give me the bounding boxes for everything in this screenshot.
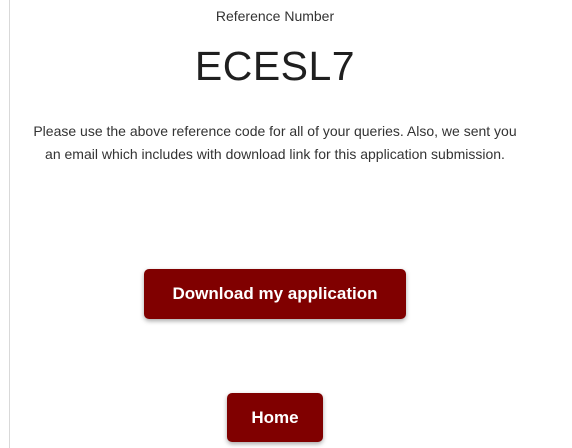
reference-instructions: Please use the above reference code for … — [33, 123, 517, 162]
reference-number-label: Reference Number — [215, 8, 335, 24]
home-button[interactable]: Home — [227, 393, 323, 442]
reference-code: ECESL7 — [194, 43, 356, 89]
confirmation-panel: Reference Number ECESL7 Please use the a… — [0, 0, 572, 448]
download-application-button[interactable]: Download my application — [144, 269, 406, 319]
